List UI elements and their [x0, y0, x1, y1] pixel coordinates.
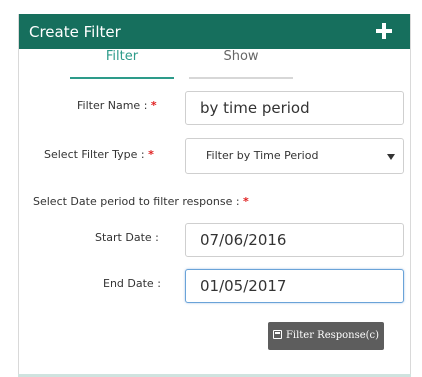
end-date-value: 01/05/2017: [200, 277, 287, 295]
panel-title: Create Filter: [29, 23, 121, 41]
end-date-label: End Date :: [103, 277, 161, 290]
panel-header: Create Filter: [19, 14, 410, 49]
filter-name-value: by time period: [200, 99, 310, 117]
filter-type-value: Filter by Time Period: [206, 149, 319, 162]
date-period-label: Select Date period to filter response : …: [33, 195, 249, 208]
filter-type-label-text: Select Filter Type :: [44, 148, 145, 161]
chevron-down-icon: [387, 154, 395, 160]
start-date-value: 07/06/2016: [200, 231, 287, 249]
tab-show[interactable]: Show: [189, 47, 293, 79]
filter-type-select[interactable]: Filter by Time Period: [185, 138, 404, 174]
filter-response-button[interactable]: Filter Response(c): [268, 322, 384, 350]
required-marker: *: [148, 148, 154, 161]
save-icon: [272, 330, 282, 339]
plus-icon[interactable]: [376, 23, 392, 39]
start-date-label: Start Date :: [95, 231, 159, 244]
filter-response-button-label: Filter Response(c): [285, 330, 380, 341]
filter-name-label-text: Filter Name :: [77, 99, 148, 112]
filter-type-label: Select Filter Type : *: [44, 148, 154, 161]
end-date-field[interactable]: 01/05/2017: [185, 269, 404, 303]
required-marker: *: [243, 195, 249, 208]
required-marker: *: [150, 99, 157, 112]
filter-name-label: Filter Name : *: [77, 99, 157, 112]
start-date-field[interactable]: 07/06/2016: [185, 223, 404, 257]
date-period-label-text: Select Date period to filter response :: [33, 195, 240, 208]
filter-name-field[interactable]: by time period: [185, 91, 404, 125]
tab-filter[interactable]: Filter: [70, 47, 174, 79]
